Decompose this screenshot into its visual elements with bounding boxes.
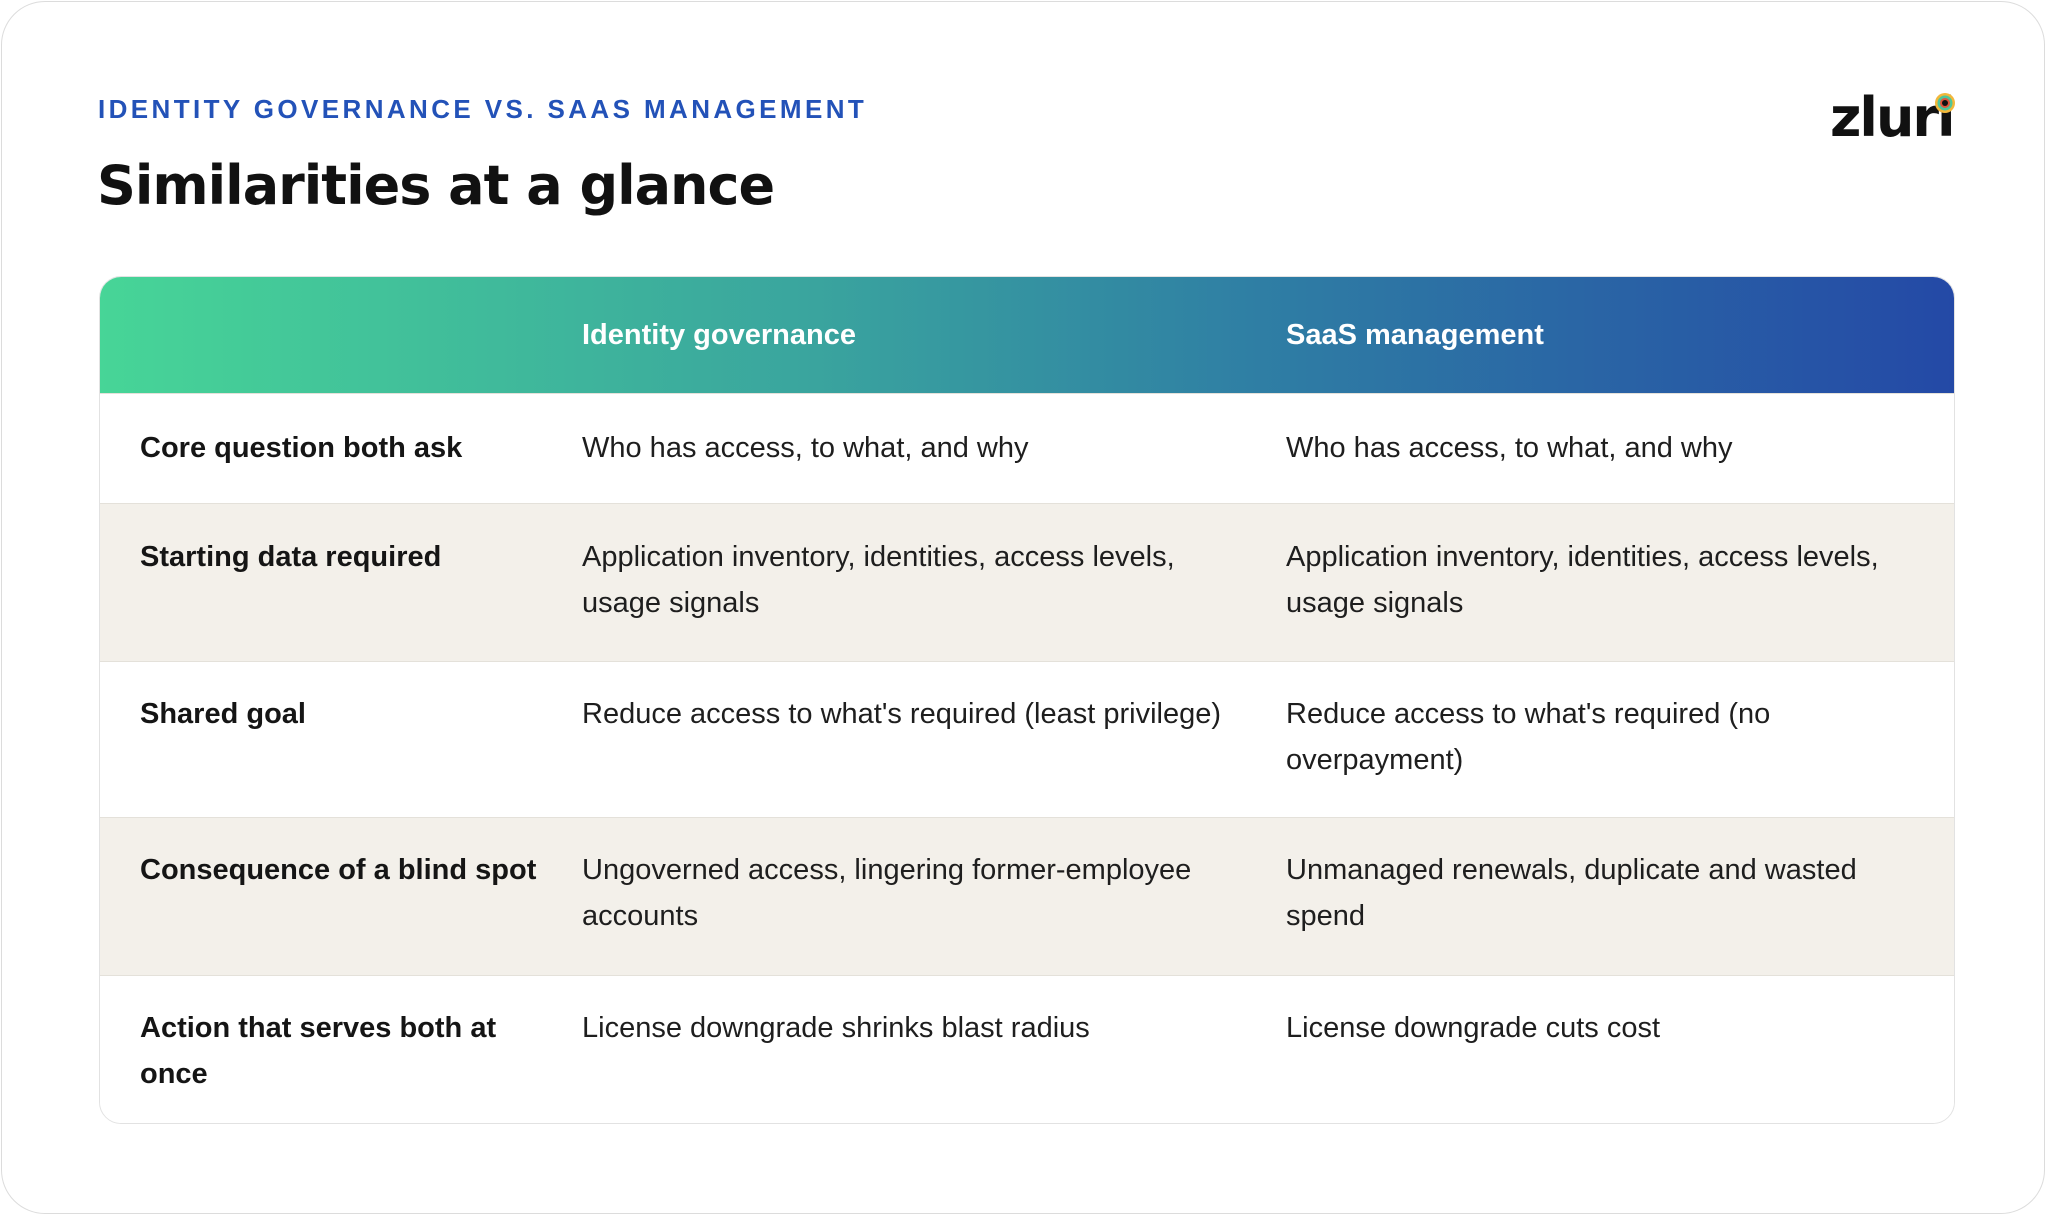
identity-governance-cell: Who has access, to what, and why [582,432,1029,464]
logo-dot-icon [1935,93,1955,113]
table-row: Action that serves both at once License … [100,975,1954,1123]
table-row: Shared goal Reduce access to what's requ… [100,661,1954,817]
saas-management-cell: Reduce access to what's required (no ove… [1286,698,1771,776]
page-title: Similarities at a glance [97,154,775,217]
saas-management-cell: Unmanaged renewals, duplicate and wasted… [1286,854,1857,932]
row-label: Consequence of a blind spot [140,854,537,886]
eyebrow-heading: IDENTITY GOVERNANCE VS. SAAS MANAGEMENT [98,94,868,124]
saas-management-cell: Application inventory, identities, acces… [1286,541,1879,619]
table-header: Identity governance SaaS management [100,277,1954,393]
table-row: Starting data required Application inven… [100,503,1954,661]
table-row: Core question both ask Who has access, t… [100,393,1954,503]
identity-governance-cell: Application inventory, identities, acces… [582,541,1175,619]
identity-governance-cell: Ungoverned access, lingering former-empl… [582,854,1192,932]
identity-governance-cell: Reduce access to what's required (least … [582,698,1222,730]
table-row: Consequence of a blind spot Ungoverned a… [100,817,1954,975]
saas-management-cell: License downgrade cuts cost [1286,1012,1660,1044]
infographic-card: IDENTITY GOVERNANCE VS. SAAS MANAGEMENT … [1,1,2045,1214]
row-label: Starting data required [140,541,442,573]
column-header-identity-governance: Identity governance [582,319,856,351]
comparison-table: Identity governance SaaS management Core… [99,276,1955,1124]
column-header-saas-management: SaaS management [1286,319,1544,351]
saas-management-cell: Who has access, to what, and why [1286,432,1733,464]
identity-governance-cell: License downgrade shrinks blast radius [582,1012,1090,1044]
zluri-logo: zluri [1830,88,1960,148]
row-label: Action that serves both at once [140,1012,497,1090]
row-label: Core question both ask [140,432,463,464]
row-label: Shared goal [140,698,306,730]
